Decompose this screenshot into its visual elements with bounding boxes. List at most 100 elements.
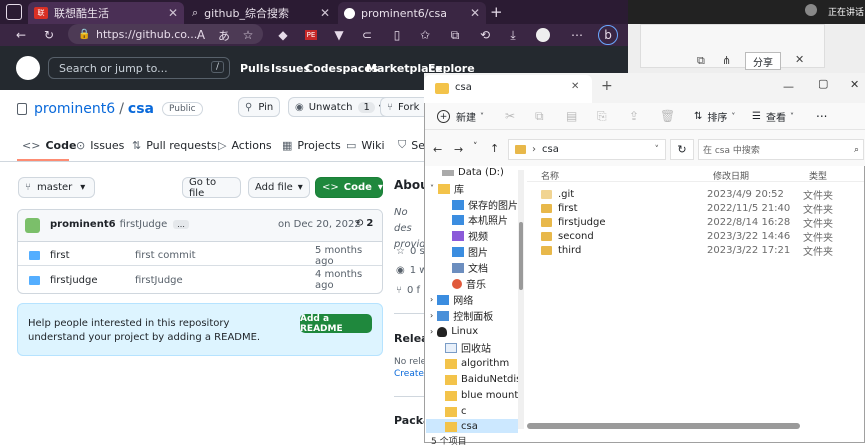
- tab-security[interactable]: ⛉ Se: [398, 136, 425, 154]
- extension-icon[interactable]: ⊂: [356, 24, 378, 46]
- back-icon[interactable]: ←: [10, 24, 32, 46]
- more-options-button[interactable]: ...: [816, 106, 827, 120]
- repo-name-link[interactable]: csa: [128, 101, 154, 117]
- explorer-tab[interactable]: [424, 75, 592, 103]
- chevron-down-icon[interactable]: ˅: [655, 145, 660, 155]
- commit-expand-button[interactable]: ...: [173, 220, 189, 229]
- list-item[interactable]: firstjudge 2022/8/14 16:28 文件夹: [525, 215, 855, 230]
- nav-item-algorithm[interactable]: algorithm: [445, 356, 509, 371]
- nav-item-baidunetdisk[interactable]: BaiduNetdiskD: [445, 372, 519, 387]
- close-window-icon[interactable]: ✕: [850, 78, 859, 91]
- recent-locations-icon[interactable]: ˅: [473, 142, 478, 152]
- tab-code[interactable]: <> Code: [22, 136, 76, 154]
- minimize-icon[interactable]: —: [783, 80, 794, 93]
- repo-owner-link[interactable]: prominent6: [34, 101, 115, 117]
- nav-item-c[interactable]: c: [445, 404, 467, 419]
- forks-stat[interactable]: ⑂ 0 f: [396, 285, 420, 296]
- code-button[interactable]: <> Code ▾: [315, 177, 383, 198]
- refresh-icon[interactable]: ↻: [670, 139, 694, 160]
- close-tab-icon[interactable]: ✕: [571, 81, 579, 92]
- add-file-button[interactable]: Add file ▾: [248, 177, 310, 198]
- share-button[interactable]: 分享: [745, 52, 781, 70]
- tab-projects[interactable]: ▦ Projects: [282, 136, 341, 154]
- sort-button[interactable]: ⇅ 排序 ˅: [694, 109, 735, 124]
- split-screen-icon[interactable]: ▯: [386, 24, 408, 46]
- search-input[interactable]: 在 csa 中搜索 ⌕: [698, 139, 864, 160]
- nav-item-music[interactable]: 音乐: [452, 276, 486, 291]
- browser-tab-3-active[interactable]: prominent6/csa ✕: [338, 2, 486, 24]
- close-icon[interactable]: ✕: [795, 53, 804, 66]
- cut-icon[interactable]: ✂: [505, 109, 515, 123]
- paste-icon[interactable]: ▤: [566, 109, 577, 123]
- nav-item-library[interactable]: ˅ 库: [430, 181, 464, 196]
- share-icon[interactable]: ⇪: [629, 109, 639, 123]
- tab-wiki[interactable]: ▭ Wiki: [346, 136, 385, 154]
- nav-item-camera-roll[interactable]: 本机照片: [452, 212, 508, 227]
- nav-item-recycle-bin[interactable]: 回收站: [445, 340, 491, 355]
- nav-item-saved-pictures[interactable]: 保存的图片: [452, 197, 518, 212]
- commit-history-link[interactable]: ⟲ 2: [355, 218, 373, 229]
- back-icon[interactable]: ←: [433, 143, 442, 156]
- pdf-extension-icon[interactable]: PE: [300, 24, 322, 46]
- list-item[interactable]: first 2022/11/5 21:40 文件夹: [525, 201, 855, 216]
- nav-scrollbar[interactable]: [518, 170, 524, 429]
- nav-scrollbar-thumb[interactable]: [519, 222, 523, 290]
- nav-item-network[interactable]: › 网络: [430, 292, 473, 307]
- search-input[interactable]: Search or jump to... /: [48, 57, 230, 79]
- history-icon[interactable]: ⟲: [474, 24, 496, 46]
- refresh-icon[interactable]: ↻: [38, 24, 60, 46]
- file-name-link[interactable]: first: [50, 250, 70, 261]
- commit-message[interactable]: firstJudge: [120, 219, 168, 230]
- nav-item-linux[interactable]: › Linux: [430, 324, 478, 339]
- file-name-link[interactable]: firstjudge: [50, 275, 98, 286]
- list-item[interactable]: .git 2023/4/9 20:52 文件夹: [525, 187, 855, 202]
- add-readme-button[interactable]: Add a README: [300, 314, 372, 334]
- file-commit-message[interactable]: first commit: [135, 250, 196, 261]
- address-bar[interactable]: › csa ˅: [508, 139, 666, 160]
- favorites-icon[interactable]: ✩: [414, 24, 436, 46]
- pin-button[interactable]: ⚲ Pin: [238, 97, 281, 117]
- watchers-stat[interactable]: ◉ 1 w: [396, 265, 427, 276]
- downloads-icon[interactable]: ⤓: [502, 24, 524, 46]
- stars-stat[interactable]: ☆ 0 s: [396, 246, 425, 257]
- tab-actions[interactable]: ▷ Actions: [218, 136, 272, 154]
- extension-icon[interactable]: ◆: [272, 24, 294, 46]
- translate-icon[interactable]: あ: [213, 24, 235, 46]
- commit-author[interactable]: prominent6: [50, 219, 116, 230]
- nav-item-data-drive[interactable]: Data (D:): [442, 165, 504, 180]
- nav-item-control-panel[interactable]: › 控制面板: [430, 308, 493, 323]
- close-tab-icon[interactable]: ✕: [168, 6, 178, 20]
- github-logo-icon[interactable]: [16, 56, 40, 80]
- file-commit-message[interactable]: firstJudge: [135, 275, 183, 286]
- fork-button[interactable]: ⑂ Fork: [380, 97, 424, 117]
- nav-item-csa[interactable]: csa: [445, 419, 478, 434]
- unwatch-button[interactable]: ◉Unwatch1▾: [288, 97, 391, 117]
- read-aloud-icon[interactable]: A: [190, 24, 212, 46]
- breadcrumb[interactable]: csa: [542, 144, 559, 155]
- copy-icon[interactable]: ⧉: [535, 109, 544, 124]
- rename-icon[interactable]: ⎘: [597, 109, 607, 124]
- list-item[interactable]: third 2023/3/22 17:21 文件夹: [525, 243, 855, 258]
- more-menu-icon[interactable]: ⋯: [566, 24, 588, 46]
- up-icon[interactable]: ↑: [490, 142, 499, 155]
- profile-avatar-icon[interactable]: [532, 24, 554, 46]
- collections-icon[interactable]: ⧉: [444, 24, 466, 46]
- tab-pull-requests[interactable]: ⇅ Pull requests: [132, 136, 217, 154]
- bing-icon[interactable]: b: [598, 25, 618, 45]
- horizontal-scrollbar-thumb[interactable]: [527, 423, 800, 429]
- tab-actions-icon[interactable]: [6, 4, 22, 20]
- share-nodes-icon[interactable]: ⋔: [722, 54, 731, 67]
- copy-icon[interactable]: ⧉: [697, 54, 705, 68]
- nav-item-videos[interactable]: 视频: [452, 228, 488, 243]
- close-tab-icon[interactable]: ✕: [320, 6, 330, 20]
- branch-selector[interactable]: ⑂ master ▾: [18, 177, 95, 198]
- browser-tab-1[interactable]: 联 联想酷生活 ✕: [28, 2, 184, 24]
- new-tab-button[interactable]: +: [601, 78, 613, 94]
- go-to-file-button[interactable]: Go to file: [182, 177, 241, 199]
- favorite-star-icon[interactable]: ☆: [237, 24, 259, 46]
- close-tab-icon[interactable]: ✕: [470, 6, 480, 20]
- avatar[interactable]: [25, 218, 40, 233]
- nav-item-documents[interactable]: 文档: [452, 260, 488, 275]
- tab-issues[interactable]: ⊙ Issues: [76, 136, 124, 154]
- delete-icon[interactable]: 🗑: [660, 109, 675, 123]
